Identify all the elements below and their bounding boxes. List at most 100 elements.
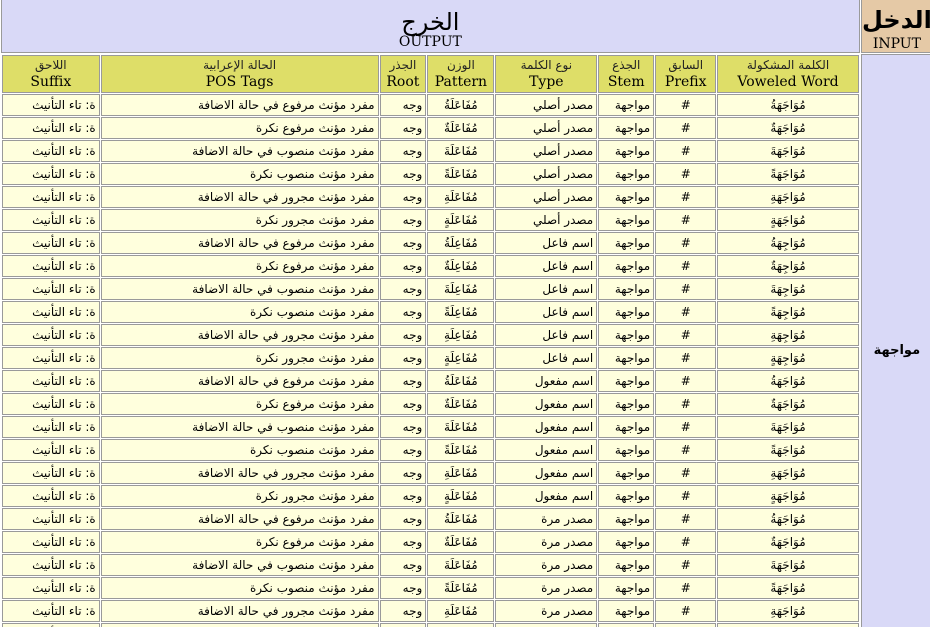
- voweled-word-cell: مُوَاجَهَةٍ: [717, 623, 859, 627]
- stem-cell: مواجهة: [598, 577, 655, 599]
- root-cell: وجه: [379, 554, 427, 576]
- stem-cell: مواجهة: [598, 140, 655, 162]
- voweled-word-cell: مُوَاجَهَةٌ: [717, 531, 859, 553]
- voweled-word-cell: مُوَاجَهَةِ: [717, 600, 859, 622]
- voweled-word-cell: مُوَاجَهَةَ: [717, 140, 859, 162]
- type-cell: مصدر مرة: [495, 577, 598, 599]
- suffix-cell: ة: تاء التأنيث: [2, 301, 100, 323]
- type-cell: اسم مفعول: [495, 393, 598, 415]
- root-cell: وجه: [379, 370, 427, 392]
- root-cell: وجه: [379, 416, 427, 438]
- pattern-cell: مُفَاعَلَةٍ: [427, 485, 495, 507]
- pattern-cell: مُفَاعَلَةَ: [427, 140, 495, 162]
- suffix-cell: ة: تاء التأنيث: [2, 232, 100, 254]
- type-cell: اسم فاعل: [495, 324, 598, 346]
- pos-tags-cell: مفرد مؤنث منصوب نكرة: [100, 439, 379, 461]
- table-row: ة: تاء التأنيث مفرد مؤنث مرفوع نكرة وجه مُف…: [2, 117, 859, 139]
- column-header-voweled-word: الكلمة المشكولة Voweled Word: [717, 55, 859, 93]
- pos-tags-cell: مفرد مؤنث منصوب في حالة الاضافة: [100, 416, 379, 438]
- table-row: ة: تاء التأنيث مفرد مؤنث مجرور في حالة ال…: [2, 600, 859, 622]
- stem-cell: مواجهة: [598, 255, 655, 277]
- pattern-cell: مُفَاعَلَةُ: [427, 508, 495, 530]
- pos-tags-cell: مفرد مؤنث مرفوع في حالة الاضافة: [100, 232, 379, 254]
- input-header-arabic: الدخل: [861, 6, 930, 34]
- root-cell: وجه: [379, 531, 427, 553]
- root-cell: وجه: [379, 278, 427, 300]
- prefix-cell: #: [655, 278, 717, 300]
- stem-cell: مواجهة: [598, 531, 655, 553]
- prefix-cell: #: [655, 554, 717, 576]
- pattern-cell: مُفَاعَلَةٍ: [427, 623, 495, 627]
- type-cell: اسم مفعول: [495, 439, 598, 461]
- suffix-cell: ة: تاء التأنيث: [2, 600, 100, 622]
- root-cell: وجه: [379, 186, 427, 208]
- voweled-word-cell: مُوَاجِهَةِ: [717, 324, 859, 346]
- stem-cell: مواجهة: [598, 600, 655, 622]
- stem-cell: مواجهة: [598, 462, 655, 484]
- pos-tags-cell: مفرد مؤنث مجرور نكرة: [100, 623, 379, 627]
- voweled-word-cell: مُوَاجَهَةً: [717, 163, 859, 185]
- voweled-word-cell: مُوَاجَهَةِ: [717, 186, 859, 208]
- output-header-arabic: الخرج: [401, 8, 460, 36]
- root-cell: وجه: [379, 623, 427, 627]
- type-cell: مصدر أصلي: [495, 163, 598, 185]
- root-cell: وجه: [379, 94, 427, 116]
- voweled-word-cell: مُوَاجَهَةَ: [717, 416, 859, 438]
- root-cell: وجه: [379, 485, 427, 507]
- type-cell: مصدر مرة: [495, 623, 598, 627]
- table-row: ة: تاء التأنيث مفرد مؤنث منصوب نكرة وجه مُف…: [2, 163, 859, 185]
- pattern-cell: مُفَاعَلَةِ: [427, 600, 495, 622]
- table-row: ة: تاء التأنيث مفرد مؤنث مرفوع في حالة ال…: [2, 370, 859, 392]
- column-header-english: POS Tags: [205, 73, 274, 90]
- prefix-cell: #: [655, 186, 717, 208]
- root-cell: وجه: [379, 209, 427, 231]
- stem-cell: مواجهة: [598, 117, 655, 139]
- table-row: ة: تاء التأنيثمفرد مؤنث مجرور نكرةوجهمُف…: [2, 485, 859, 507]
- root-cell: وجه: [379, 393, 427, 415]
- stem-cell: مواجهة: [598, 508, 655, 530]
- column-header-arabic: نوع الكلمة: [520, 57, 573, 72]
- column-header-arabic: الكلمة المشكولة: [746, 57, 830, 72]
- voweled-word-cell: مُوَاجَهَةً: [717, 439, 859, 461]
- prefix-cell: #: [655, 393, 717, 415]
- voweled-word-cell: مُوَاجَهَةٌ: [717, 117, 859, 139]
- root-cell: وجه: [379, 347, 427, 369]
- column-header-english: Voweled Word: [737, 73, 839, 90]
- root-cell: وجه: [379, 232, 427, 254]
- prefix-cell: #: [655, 117, 717, 139]
- type-cell: اسم فاعل: [495, 347, 598, 369]
- column-header-root: الجذر Root: [379, 55, 427, 93]
- root-cell: وجه: [379, 462, 427, 484]
- prefix-cell: #: [655, 209, 717, 231]
- output-header-english: OUTPUT: [398, 34, 462, 50]
- suffix-cell: ة: تاء التأنيث: [2, 163, 100, 185]
- suffix-cell: ة: تاء التأنيث: [2, 140, 100, 162]
- pos-tags-cell: مفرد مؤنث مرفوع نكرة: [100, 117, 379, 139]
- voweled-word-cell: مُوَاجِهَةٍ: [717, 347, 859, 369]
- column-header-pattern: الوزن Pattern: [427, 55, 495, 93]
- pattern-cell: مُفَاعَلَةٍ: [427, 209, 495, 231]
- prefix-cell: #: [655, 508, 717, 530]
- prefix-cell: #: [655, 462, 717, 484]
- prefix-cell: #: [655, 255, 717, 277]
- stem-cell: مواجهة: [598, 186, 655, 208]
- input-header: الدخل INPUT: [860, 0, 930, 53]
- stem-cell: مواجهة: [598, 94, 655, 116]
- pattern-cell: مُفَاعَلَةٌ: [427, 393, 495, 415]
- pos-tags-cell: مفرد مؤنث مرفوع نكرة: [100, 255, 379, 277]
- pos-tags-cell: مفرد مؤنث منصوب نكرة: [100, 577, 379, 599]
- pattern-cell: مُفَاعَلَةُ: [427, 370, 495, 392]
- table-row: ة: تاء التأنيث مفرد مؤنث منصوب في حالة ال…: [2, 416, 859, 438]
- stem-cell: مواجهة: [598, 209, 655, 231]
- pattern-cell: مُفَاعِلَةً: [427, 301, 495, 323]
- stem-cell: مواجهة: [598, 554, 655, 576]
- pos-tags-cell: مفرد مؤنث مجرور في حالة الاضافة: [100, 324, 379, 346]
- prefix-cell: #: [655, 347, 717, 369]
- prefix-cell: #: [655, 623, 717, 627]
- type-cell: مصدر أصلي: [495, 209, 598, 231]
- column-header-arabic: الجذع: [612, 57, 641, 72]
- pattern-cell: مُفَاعَلَةَ: [427, 416, 495, 438]
- voweled-word-cell: مُوَاجِهَةً: [717, 301, 859, 323]
- pos-tags-cell: مفرد مؤنث مرفوع في حالة الاضافة: [100, 508, 379, 530]
- table-row: ة: تاء التأنيث مفرد مؤنث مجرور في حالة ال…: [2, 186, 859, 208]
